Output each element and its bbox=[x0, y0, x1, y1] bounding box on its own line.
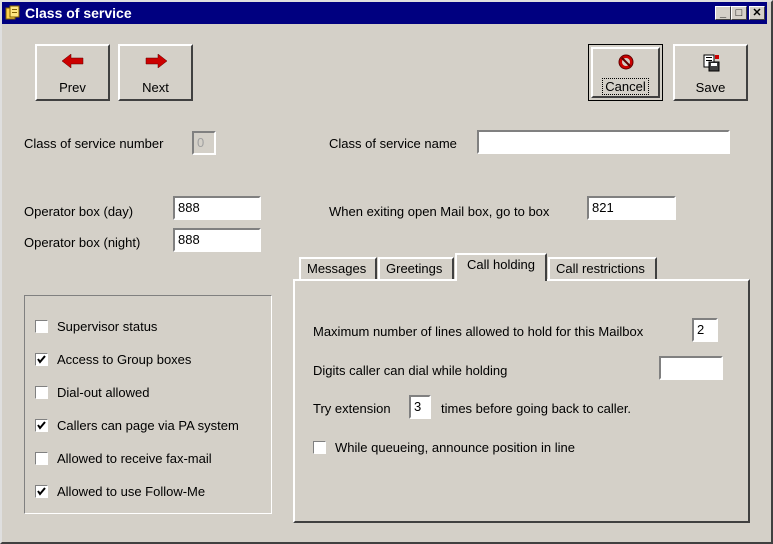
close-button[interactable]: ✕ bbox=[749, 6, 765, 20]
supervisor-checkbox[interactable] bbox=[35, 320, 48, 333]
announce-label: While queueing, announce position in lin… bbox=[335, 440, 575, 455]
follow-me-checkbox[interactable] bbox=[35, 485, 48, 498]
save-button[interactable]: Save bbox=[673, 44, 748, 101]
tab-call-holding[interactable]: Call holding bbox=[455, 253, 547, 281]
window-title: Class of service bbox=[25, 5, 132, 21]
try-extension-field[interactable]: 3 bbox=[409, 395, 431, 419]
arrow-left-icon bbox=[61, 54, 83, 68]
cos-number-field[interactable]: 0 bbox=[192, 131, 216, 155]
exit-box-field[interactable]: 821 bbox=[587, 196, 676, 220]
title-bar[interactable]: Class of service _ □ ✕ bbox=[2, 2, 767, 24]
cancel-icon bbox=[618, 54, 633, 70]
checkmark-icon bbox=[37, 421, 46, 430]
cos-name-field[interactable] bbox=[477, 130, 730, 154]
cos-name-label: Class of service name bbox=[329, 136, 457, 151]
option-label: Access to Group boxes bbox=[57, 352, 192, 367]
digits-label: Digits caller can dial while holding bbox=[313, 363, 508, 378]
digits-field[interactable] bbox=[659, 356, 723, 380]
minimize-button[interactable]: _ bbox=[715, 6, 731, 20]
cancel-label: Cancel bbox=[589, 78, 662, 95]
option-label: Callers can page via PA system bbox=[57, 418, 239, 433]
next-label: Next bbox=[142, 80, 169, 95]
option-label: Allowed to use Follow-Me bbox=[57, 484, 206, 499]
pa-system-checkbox[interactable] bbox=[35, 419, 48, 432]
operator-day-field[interactable]: 888 bbox=[173, 196, 261, 220]
tab-greetings[interactable]: Greetings bbox=[378, 257, 454, 279]
next-button[interactable]: Next bbox=[118, 44, 193, 101]
arrow-right-icon bbox=[145, 54, 167, 68]
try-extension-label: Try extension bbox=[313, 401, 391, 416]
fax-mail-checkbox[interactable] bbox=[35, 452, 48, 465]
max-lines-field[interactable]: 2 bbox=[692, 318, 718, 342]
try-extension-suffix: times before going back to caller. bbox=[441, 401, 632, 416]
maximize-button[interactable]: □ bbox=[731, 6, 747, 20]
cancel-button[interactable]: Cancel bbox=[588, 44, 663, 101]
operator-night-label: Operator box (night) bbox=[24, 235, 141, 250]
prev-button[interactable]: Prev bbox=[35, 44, 110, 101]
dial-out-checkbox[interactable] bbox=[35, 386, 48, 399]
app-icon bbox=[5, 5, 21, 21]
announce-checkbox[interactable] bbox=[313, 441, 326, 454]
operator-day-label: Operator box (day) bbox=[24, 204, 134, 219]
tab-messages[interactable]: Messages bbox=[299, 257, 377, 279]
checkmark-icon bbox=[37, 487, 46, 496]
tab-call-restrictions[interactable]: Call restrictions bbox=[548, 257, 657, 279]
option-label: Dial-out allowed bbox=[57, 385, 150, 400]
prev-label: Prev bbox=[59, 80, 86, 95]
cos-number-label: Class of service number bbox=[24, 136, 164, 151]
operator-night-field[interactable]: 888 bbox=[173, 228, 261, 252]
option-label: Supervisor status bbox=[57, 319, 158, 334]
max-lines-label: Maximum number of lines allowed to hold … bbox=[313, 324, 644, 339]
save-icon bbox=[703, 54, 719, 72]
save-label: Save bbox=[695, 80, 726, 95]
checkmark-icon bbox=[37, 355, 46, 364]
option-label: Allowed to receive fax-mail bbox=[57, 451, 212, 466]
group-boxes-checkbox[interactable] bbox=[35, 353, 48, 366]
exit-box-label: When exiting open Mail box, go to box bbox=[329, 204, 550, 219]
